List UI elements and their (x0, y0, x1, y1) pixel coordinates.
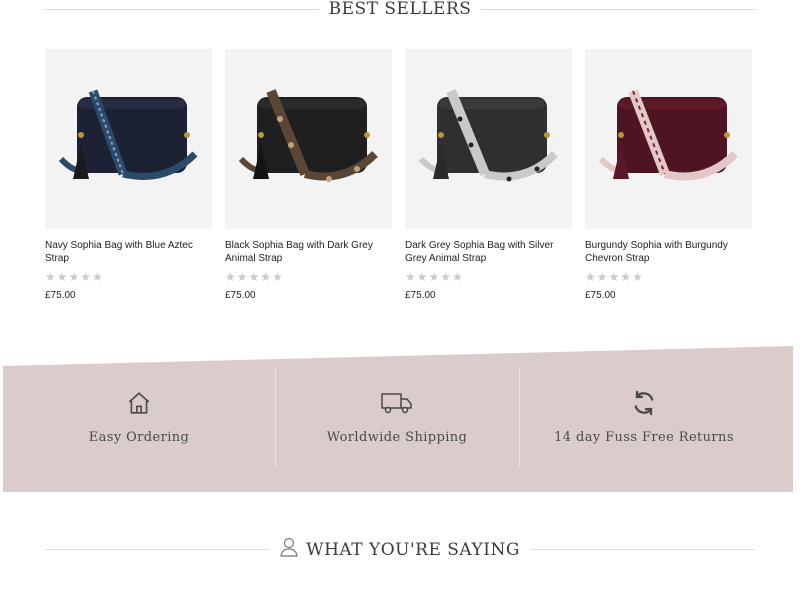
feature-label: Easy Ordering (88, 430, 190, 445)
product-image[interactable] (45, 49, 212, 229)
product-price: £75.00 (405, 290, 436, 301)
rating-stars: ★ ★ ★ ★ ★ (225, 270, 283, 284)
feature-label: 14 day Fuss Free Returns (554, 430, 734, 445)
testimonials-heading-row: WHAT YOU'RE SAYING (45, 537, 756, 562)
home-icon (122, 386, 156, 420)
refresh-icon (627, 386, 661, 420)
rating-stars: ★ ★ ★ ★ ★ (45, 270, 103, 284)
product-card[interactable]: Black Sophia Bag with Dark Grey Animal S… (225, 49, 392, 301)
rating-stars: ★ ★ ★ ★ ★ (405, 270, 463, 284)
features-band: Easy Ordering Worldwide Shipping 14 day … (3, 346, 793, 492)
testimonials-title: WHAT YOU'RE SAYING (306, 539, 520, 560)
heading-rule-right (481, 8, 755, 10)
product-price: £75.00 (585, 290, 616, 301)
product-name[interactable]: Navy Sophia Bag with Blue Aztec Strap (45, 239, 212, 265)
product-image[interactable] (225, 49, 392, 229)
heading-rule-left (45, 549, 271, 550)
product-name[interactable]: Dark Grey Sophia Bag with Silver Grey An… (405, 239, 572, 265)
truck-icon (380, 386, 414, 420)
product-card[interactable]: Navy Sophia Bag with Blue Aztec Strap ★ ★… (45, 49, 212, 301)
feature-worldwide-shipping: Worldwide Shipping (275, 376, 519, 476)
feature-returns: 14 day Fuss Free Returns (519, 376, 769, 476)
product-name[interactable]: Burgundy Sophia with Burgundy Chevron St… (585, 239, 752, 265)
user-icon (280, 537, 298, 562)
product-card[interactable]: Burgundy Sophia with Burgundy Chevron St… (585, 49, 752, 301)
best-sellers-heading-row: BEST SELLERS (45, 0, 755, 19)
product-price: £75.00 (45, 290, 76, 301)
testimonials-title-wrap: WHAT YOU'RE SAYING (270, 537, 530, 562)
product-image[interactable] (405, 49, 572, 229)
rating-stars: ★ ★ ★ ★ ★ (585, 270, 643, 284)
product-card[interactable]: Dark Grey Sophia Bag with Silver Grey An… (405, 49, 572, 301)
feature-easy-ordering: Easy Ordering (3, 376, 275, 476)
best-sellers-title: BEST SELLERS (328, 0, 472, 19)
heading-rule-left (45, 8, 319, 10)
product-price: £75.00 (225, 290, 256, 301)
feature-label: Worldwide Shipping (326, 430, 468, 445)
product-image[interactable] (585, 49, 752, 229)
product-grid: Navy Sophia Bag with Blue Aztec Strap ★ ★… (45, 49, 752, 319)
heading-rule-right (529, 549, 756, 550)
product-name[interactable]: Black Sophia Bag with Dark Grey Animal S… (225, 239, 392, 265)
